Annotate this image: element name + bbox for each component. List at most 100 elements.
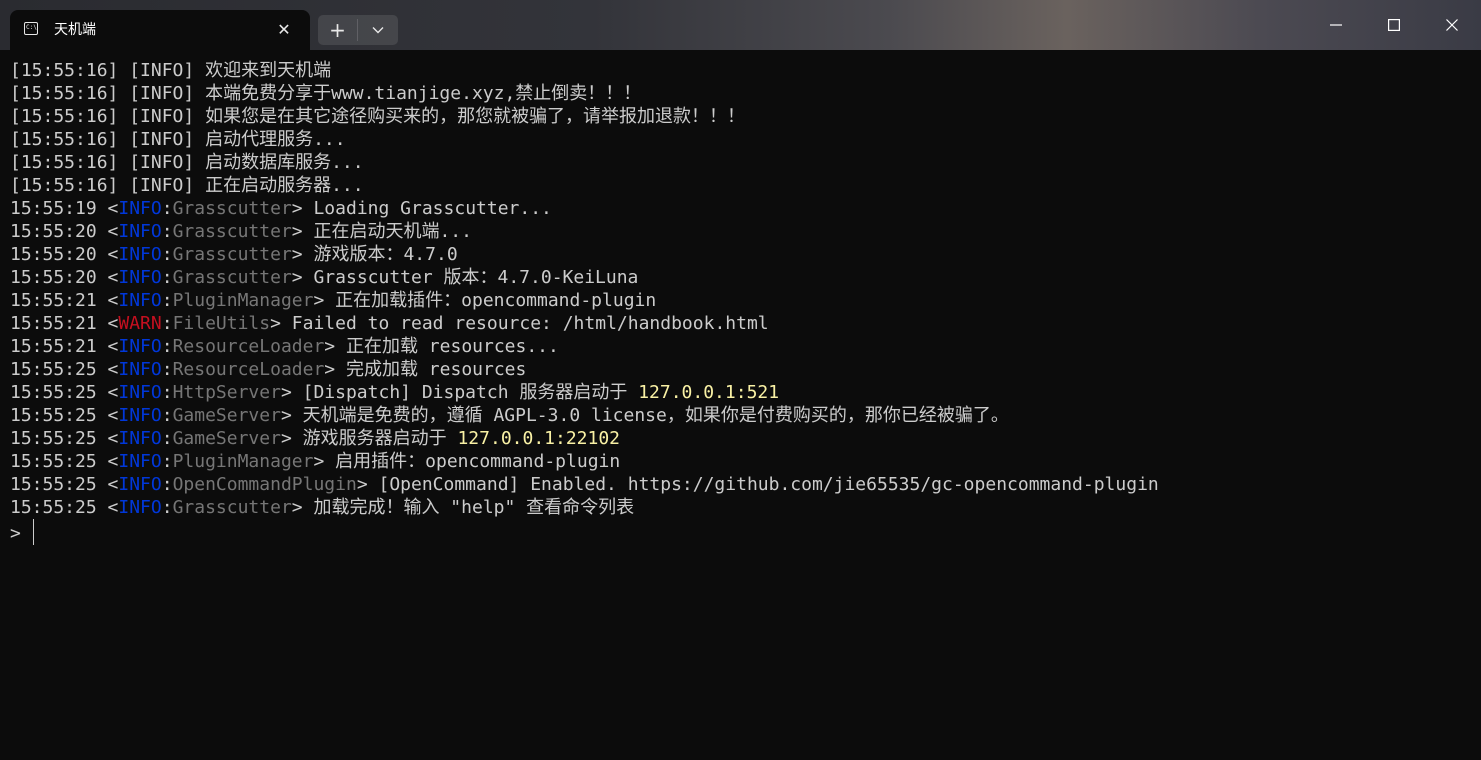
console-text: : (161, 359, 173, 380)
console-text: > Failed to read resource: /html/handboo… (270, 313, 769, 334)
console-text: INFO (118, 382, 162, 403)
console-line: [15:55:16] [INFO] 启动代理服务... (10, 128, 1481, 151)
maximize-icon (1388, 19, 1400, 31)
console-text: : (161, 221, 173, 242)
console-text: ResourceLoader (172, 359, 325, 380)
console-text: : (161, 198, 173, 219)
console-text: > 天机端是免费的，遵循 AGPL-3.0 license，如果你是付费购买的，… (280, 405, 1009, 426)
console-line: [15:55:16] [INFO] 欢迎来到天机端 (10, 59, 1481, 82)
console-text: > [OpenCommand] Enabled. https://github.… (356, 474, 1159, 495)
console-line: 15:55:25 <INFO:GameServer> 游戏服务器启动于 127.… (10, 427, 1481, 450)
console-text: : (161, 474, 173, 495)
console-text: 15:55:21 < (10, 313, 119, 334)
console-text: [15:55:16] [INFO] 欢迎来到天机端 (10, 60, 332, 81)
console-text: > 加载完成！输入 "help" 查看命令列表 (291, 497, 635, 518)
console-text: 15:55:25 < (10, 382, 119, 403)
console-text: [15:55:16] [INFO] 如果您是在其它途径购买来的，那您就被骗了，请… (10, 106, 746, 127)
close-icon (1446, 19, 1458, 31)
console-text: INFO (118, 198, 162, 219)
console-line: 15:55:20 <INFO:Grasscutter> 正在启动天机端... (10, 220, 1481, 243)
console-icon (24, 22, 38, 35)
title-bar[interactable]: 天机端 ✕ + (0, 0, 1481, 50)
console-text: Grasscutter (172, 497, 292, 518)
text-cursor (32, 519, 34, 545)
tab-dropdown-button[interactable] (358, 15, 398, 45)
console-text: 15:55:20 < (10, 221, 119, 242)
console-text: > 正在加载 resources... (324, 336, 559, 357)
console-text: : (161, 428, 173, 449)
console-text: 15:55:21 < (10, 290, 119, 311)
console-text: 127.0.0.1:521 (638, 382, 780, 403)
console-text: 15:55:25 < (10, 428, 119, 449)
console-text: INFO (118, 497, 162, 518)
minimize-button[interactable] (1307, 0, 1365, 50)
console-text: [15:55:16] [INFO] 本端免费分享于www.tianjige.xy… (10, 83, 642, 104)
console-text: INFO (118, 267, 162, 288)
console-text: GameServer (172, 428, 281, 449)
console-text: [15:55:16] [INFO] 启动数据库服务... (10, 152, 364, 173)
tab-close-icon[interactable]: ✕ (272, 18, 296, 42)
console-text: : (161, 290, 173, 311)
tab-actions: + (318, 15, 398, 45)
tab-title: 天机端 (54, 22, 96, 38)
prompt-symbol: > (10, 523, 32, 544)
prompt-line[interactable]: > (10, 519, 1481, 545)
new-tab-button[interactable]: + (318, 15, 357, 45)
terminal-output[interactable]: [15:55:16] [INFO] 欢迎来到天机端 [15:55:16] [INF… (0, 50, 1481, 760)
console-text: INFO (118, 451, 162, 472)
console-text: ResourceLoader (172, 336, 325, 357)
console-text: > 完成加载 resources (324, 359, 527, 380)
console-text: > 游戏版本：4.7.0 (291, 244, 458, 265)
console-text: : (161, 405, 173, 426)
console-text: INFO (118, 428, 162, 449)
console-text: PluginManager (172, 290, 314, 311)
console-text: 15:55:19 < (10, 198, 119, 219)
console-text: > 游戏服务器启动于 (280, 428, 458, 449)
console-line: [15:55:16] [INFO] 正在启动服务器... (10, 174, 1481, 197)
console-text: 15:55:25 < (10, 451, 119, 472)
console-text: 15:55:25 < (10, 474, 119, 495)
console-text: : (161, 244, 173, 265)
console-text: INFO (118, 244, 162, 265)
console-line: 15:55:20 <INFO:Grasscutter> 游戏版本：4.7.0 (10, 243, 1481, 266)
console-text: > 正在加载插件：opencommand-plugin (313, 290, 657, 311)
console-line: 15:55:19 <INFO:Grasscutter> Loading Gras… (10, 197, 1481, 220)
console-text: INFO (118, 221, 162, 242)
tab-active[interactable]: 天机端 ✕ (10, 10, 310, 50)
console-text: > 正在启动天机端... (291, 221, 472, 242)
console-text: INFO (118, 290, 162, 311)
console-text: INFO (118, 405, 162, 426)
console-text: > 启用插件：opencommand-plugin (313, 451, 621, 472)
console-text: OpenCommandPlugin (172, 474, 357, 495)
console-line: 15:55:25 <INFO:ResourceLoader> 完成加载 reso… (10, 358, 1481, 381)
console-text: Grasscutter (172, 198, 292, 219)
console-text: 15:55:25 < (10, 359, 119, 380)
console-line: 15:55:25 <INFO:OpenCommandPlugin> [OpenC… (10, 473, 1481, 496)
chevron-down-icon (372, 27, 384, 34)
console-line: 15:55:20 <INFO:Grasscutter> Grasscutter … (10, 266, 1481, 289)
console-line: 15:55:25 <INFO:Grasscutter> 加载完成！输入 "hel… (10, 496, 1481, 519)
console-text: INFO (118, 336, 162, 357)
console-text: Grasscutter (172, 221, 292, 242)
close-button[interactable] (1423, 0, 1481, 50)
console-line: [15:55:16] [INFO] 启动数据库服务... (10, 151, 1481, 174)
console-text: 15:55:21 < (10, 336, 119, 357)
console-line: 15:55:21 <INFO:ResourceLoader> 正在加载 reso… (10, 335, 1481, 358)
minimize-icon (1330, 24, 1342, 26)
console-text: HttpServer (172, 382, 281, 403)
console-text: : (161, 336, 173, 357)
console-line: 15:55:21 <INFO:PluginManager> 正在加载插件：ope… (10, 289, 1481, 312)
console-text: > [Dispatch] Dispatch 服务器启动于 (280, 382, 639, 403)
maximize-button[interactable] (1365, 0, 1423, 50)
console-text: : (161, 313, 173, 334)
console-line: 15:55:25 <INFO:GameServer> 天机端是免费的，遵循 AG… (10, 404, 1481, 427)
console-text: Grasscutter (172, 267, 292, 288)
console-text: > Grasscutter 版本：4.7.0-KeiLuna (291, 267, 639, 288)
console-text: 15:55:20 < (10, 244, 119, 265)
console-text: INFO (118, 359, 162, 380)
console-text: : (161, 267, 173, 288)
console-text: 15:55:20 < (10, 267, 119, 288)
console-text: INFO (118, 474, 162, 495)
console-text: : (161, 451, 173, 472)
console-text: [15:55:16] [INFO] 启动代理服务... (10, 129, 346, 150)
